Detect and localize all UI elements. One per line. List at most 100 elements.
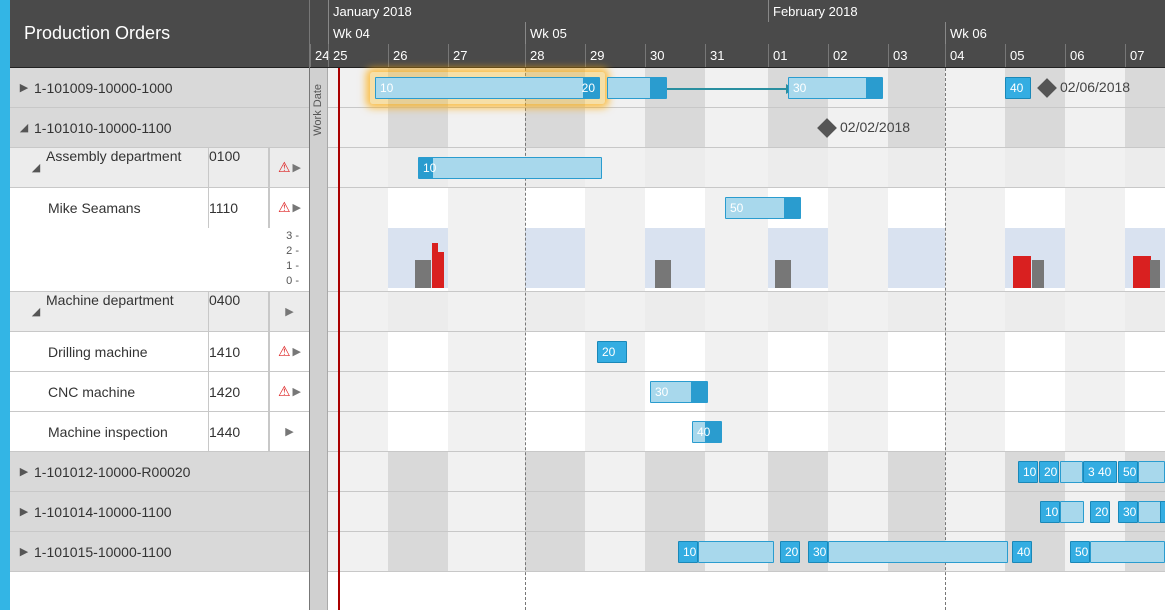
resource-row[interactable]: Mike Seamans1110⚠▶3 -2 -1 -0 -: [0, 188, 309, 292]
resource-label: Drilling machine: [46, 332, 209, 371]
department-row[interactable]: ◢Machine department0400▶: [0, 292, 309, 332]
order-label: 1-101015-10000-1100: [30, 544, 309, 560]
load-bar: [603, 260, 615, 288]
week-cell[interactable]: Wk 04: [328, 22, 525, 44]
task-bar[interactable]: [1060, 501, 1084, 523]
task-number: 10: [423, 161, 436, 175]
day-cell[interactable]: 25: [328, 44, 388, 67]
task-number: 30: [813, 545, 826, 559]
task-bar[interactable]: 10: [1018, 461, 1038, 483]
day-cell[interactable]: 03: [888, 44, 945, 67]
order-label: 1-101014-10000-1100: [30, 504, 309, 520]
day-cell[interactable]: 07: [1125, 44, 1165, 67]
day-cell[interactable]: 28: [525, 44, 585, 67]
task-bar[interactable]: 50: [1118, 461, 1138, 483]
task-bar[interactable]: [1090, 541, 1165, 563]
task-bar[interactable]: 40: [692, 421, 722, 443]
day-cell[interactable]: 24: [310, 44, 328, 67]
day-cell[interactable]: 04: [945, 44, 1005, 67]
order-row[interactable]: ▶1-101009-10000-1000: [0, 68, 309, 108]
task-bar[interactable]: 20: [1090, 501, 1110, 523]
task-bar[interactable]: 4: [1160, 501, 1165, 523]
milestone-icon[interactable]: [817, 118, 837, 138]
month-cell[interactable]: January 2018: [328, 0, 768, 22]
res-icons[interactable]: ⚠▶: [269, 372, 309, 411]
day-cell[interactable]: 30: [645, 44, 705, 67]
task-bar[interactable]: 50: [725, 197, 801, 219]
order-row[interactable]: ▶1-101012-10000-R00020: [0, 452, 309, 492]
gantt-row: 10 20 3 4050: [310, 452, 1165, 492]
load-bar: [1013, 256, 1031, 288]
day-cell[interactable]: 01: [768, 44, 828, 67]
milestone-icon[interactable]: [1037, 78, 1057, 98]
chevron-right-icon[interactable]: ▶: [285, 425, 293, 438]
week-cell[interactable]: Wk 05: [525, 22, 945, 44]
day-cell[interactable]: 31: [705, 44, 765, 67]
chevron-right-icon[interactable]: ▶: [293, 161, 301, 174]
department-row[interactable]: ◢Assembly department0100⚠▶: [0, 148, 309, 188]
task-bar[interactable]: 3 40: [1083, 461, 1117, 483]
task-number: 30: [793, 81, 806, 95]
day-cell[interactable]: 02: [828, 44, 888, 67]
day-cell[interactable]: 29: [585, 44, 645, 67]
day-cell[interactable]: 05: [1005, 44, 1065, 67]
chevron-right-icon[interactable]: ▶: [285, 305, 293, 318]
task-bar[interactable]: 30: [808, 541, 828, 563]
order-label: 1-101010-10000-1100: [30, 120, 309, 136]
task-bar[interactable]: 30: [788, 77, 883, 99]
day-cell[interactable]: 26: [388, 44, 448, 67]
chevron-right-icon[interactable]: ▶: [293, 385, 301, 398]
day-cell[interactable]: 06: [1065, 44, 1125, 67]
resource-label: Machine inspection: [46, 412, 209, 451]
task-bar[interactable]: 30: [1118, 501, 1138, 523]
res-icons[interactable]: ⚠▶: [269, 188, 309, 228]
task-bar[interactable]: 10: [1040, 501, 1060, 523]
task-bar[interactable]: [1138, 461, 1165, 483]
week-cell[interactable]: Wk 06: [945, 22, 1165, 44]
resource-row[interactable]: Drilling machine1410⚠▶: [0, 332, 309, 372]
load-bar: [715, 260, 731, 288]
dependency-arrow: [667, 88, 788, 90]
alert-icon: ⚠: [278, 159, 291, 176]
task-bar[interactable]: 20: [1039, 461, 1059, 483]
load-bar: [1150, 260, 1160, 288]
task-number: 30: [1123, 505, 1136, 519]
resource-row[interactable]: CNC machine1420⚠▶: [0, 372, 309, 412]
gantt-row: 10 20 30 4: [310, 492, 1165, 532]
order-row[interactable]: ▶1-101014-10000-1100: [0, 492, 309, 532]
dept-icons[interactable]: ⚠▶: [269, 148, 309, 187]
task-bar[interactable]: 20: [780, 541, 800, 563]
task-bar[interactable]: 40: [1012, 541, 1032, 563]
chevron-right-icon[interactable]: ▶: [293, 201, 301, 214]
dept-icons[interactable]: ▶: [269, 292, 309, 331]
department-label: Machine department: [44, 292, 209, 331]
task-bar[interactable]: [1060, 461, 1083, 483]
scale-tick: 0 -: [286, 275, 299, 287]
task-bar[interactable]: 20: [597, 341, 627, 363]
task-bar[interactable]: [828, 541, 1008, 563]
task-number: 20: [1044, 465, 1057, 479]
task-number: 40: [697, 425, 710, 439]
task-bar[interactable]: 30: [650, 381, 708, 403]
res-icons[interactable]: ⚠▶: [269, 332, 309, 371]
task-number: 30: [655, 385, 668, 399]
resource-row[interactable]: Machine inspection1440▶: [0, 412, 309, 452]
res-icons[interactable]: ▶: [269, 412, 309, 451]
task-bar[interactable]: [698, 541, 774, 563]
chevron-right-icon[interactable]: ▶: [293, 345, 301, 358]
order-row[interactable]: ▶1-101015-10000-1100: [0, 532, 309, 572]
orders-tree: Production Orders ▶1-101009-10000-1000◢1…: [0, 0, 310, 610]
task-bar[interactable]: 40: [1005, 77, 1031, 99]
task-bar[interactable]: 1020: [375, 77, 600, 99]
task-bar[interactable]: 10: [678, 541, 698, 563]
month-cell[interactable]: February 2018: [768, 0, 1165, 22]
task-bar[interactable]: 10: [418, 157, 602, 179]
task-bar[interactable]: [607, 77, 667, 99]
task-bar[interactable]: 50: [1070, 541, 1090, 563]
resource-code: 1420: [209, 372, 269, 411]
day-cell[interactable]: 27: [448, 44, 508, 67]
gantt-row: 50: [310, 188, 1165, 292]
resource-code: 1410: [209, 332, 269, 371]
order-row[interactable]: ◢1-101010-10000-1100: [0, 108, 309, 148]
load-bar: [775, 260, 791, 288]
